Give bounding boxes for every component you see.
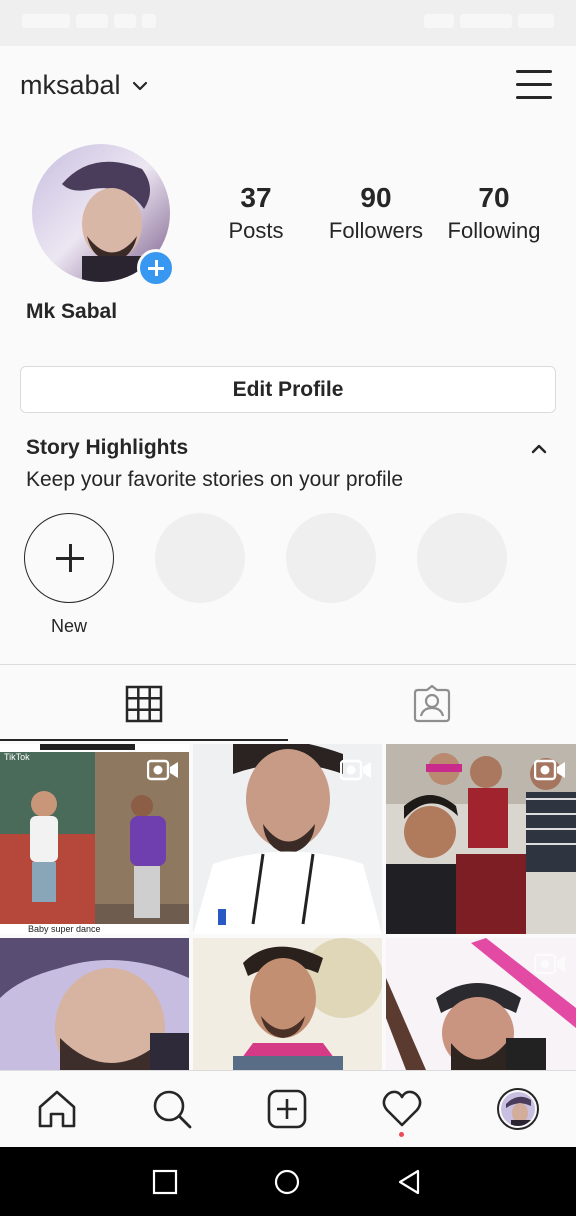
add-story-plus-icon[interactable] xyxy=(137,249,175,287)
status-bar-right xyxy=(424,14,554,28)
heart-icon xyxy=(382,1090,422,1127)
stat-following-value: 70 xyxy=(478,182,510,213)
stat-followers-value: 90 xyxy=(360,182,392,213)
highlight-placeholder xyxy=(155,513,245,603)
active-tab-indicator xyxy=(0,739,288,741)
stat-following[interactable]: 70 Following xyxy=(442,180,546,246)
tiktok-watermark: TikTok xyxy=(4,752,30,762)
video-icon xyxy=(340,759,371,781)
video-icon xyxy=(534,953,565,975)
nav-new-post[interactable] xyxy=(265,1087,309,1131)
post-thumbnail[interactable]: TikTok Baby super dance xyxy=(0,744,189,934)
account-switcher[interactable]: mksabal xyxy=(20,70,149,101)
story-highlights-title: Story Highlights xyxy=(26,436,189,459)
post-thumbnail[interactable] xyxy=(193,938,382,1070)
grid-icon xyxy=(125,685,163,723)
stat-followers-label: Followers xyxy=(328,218,424,243)
post-thumbnail[interactable] xyxy=(386,938,576,1070)
video-icon xyxy=(147,759,178,781)
stat-posts-value: 37 xyxy=(240,182,272,213)
nav-search[interactable] xyxy=(150,1087,194,1131)
tab-tagged-photos[interactable] xyxy=(288,665,576,741)
recents-square-icon[interactable] xyxy=(152,1169,178,1195)
stat-following-label: Following xyxy=(447,218,541,243)
stat-followers[interactable]: 90 Followers xyxy=(322,180,430,246)
profile-header: mksabal xyxy=(0,46,576,130)
tagged-user-icon xyxy=(413,684,451,723)
home-icon xyxy=(38,1090,76,1128)
bottom-navigation xyxy=(0,1070,576,1147)
nav-activity[interactable] xyxy=(380,1087,424,1131)
tab-posts-grid[interactable] xyxy=(0,665,288,741)
new-highlight-button[interactable] xyxy=(24,513,114,603)
home-circle-icon[interactable] xyxy=(274,1169,300,1195)
post-thumbnail[interactable] xyxy=(0,938,189,1070)
highlight-placeholder xyxy=(286,513,376,603)
nav-profile-avatar[interactable] xyxy=(497,1088,539,1130)
chevron-down-icon xyxy=(132,81,147,90)
search-icon xyxy=(153,1090,192,1129)
new-highlight-label: New xyxy=(50,616,87,636)
story-highlights-subtitle: Keep your favorite stories on your profi… xyxy=(26,468,404,491)
system-navigation-bar xyxy=(0,1147,576,1216)
hamburger-menu-icon[interactable] xyxy=(516,70,552,102)
status-bar xyxy=(0,0,576,46)
stat-posts-label: Posts xyxy=(228,218,284,243)
nav-home[interactable] xyxy=(35,1087,79,1131)
edit-profile-button[interactable]: Edit Profile xyxy=(20,366,556,413)
back-triangle-icon[interactable] xyxy=(396,1169,422,1195)
post-thumbnail[interactable] xyxy=(386,744,576,934)
username-label: mksabal xyxy=(20,70,121,100)
status-bar-left xyxy=(22,14,156,28)
chevron-up-icon[interactable] xyxy=(530,440,548,458)
add-post-icon xyxy=(267,1089,307,1129)
profile-full-name: Mk Sabal xyxy=(26,300,118,323)
notification-dot xyxy=(399,1132,404,1137)
highlight-placeholder xyxy=(417,513,507,603)
video-caption: Baby super dance xyxy=(24,924,154,934)
post-thumbnail[interactable] xyxy=(193,744,382,934)
video-icon xyxy=(534,759,565,781)
stat-posts[interactable]: 37 Posts xyxy=(216,180,296,246)
